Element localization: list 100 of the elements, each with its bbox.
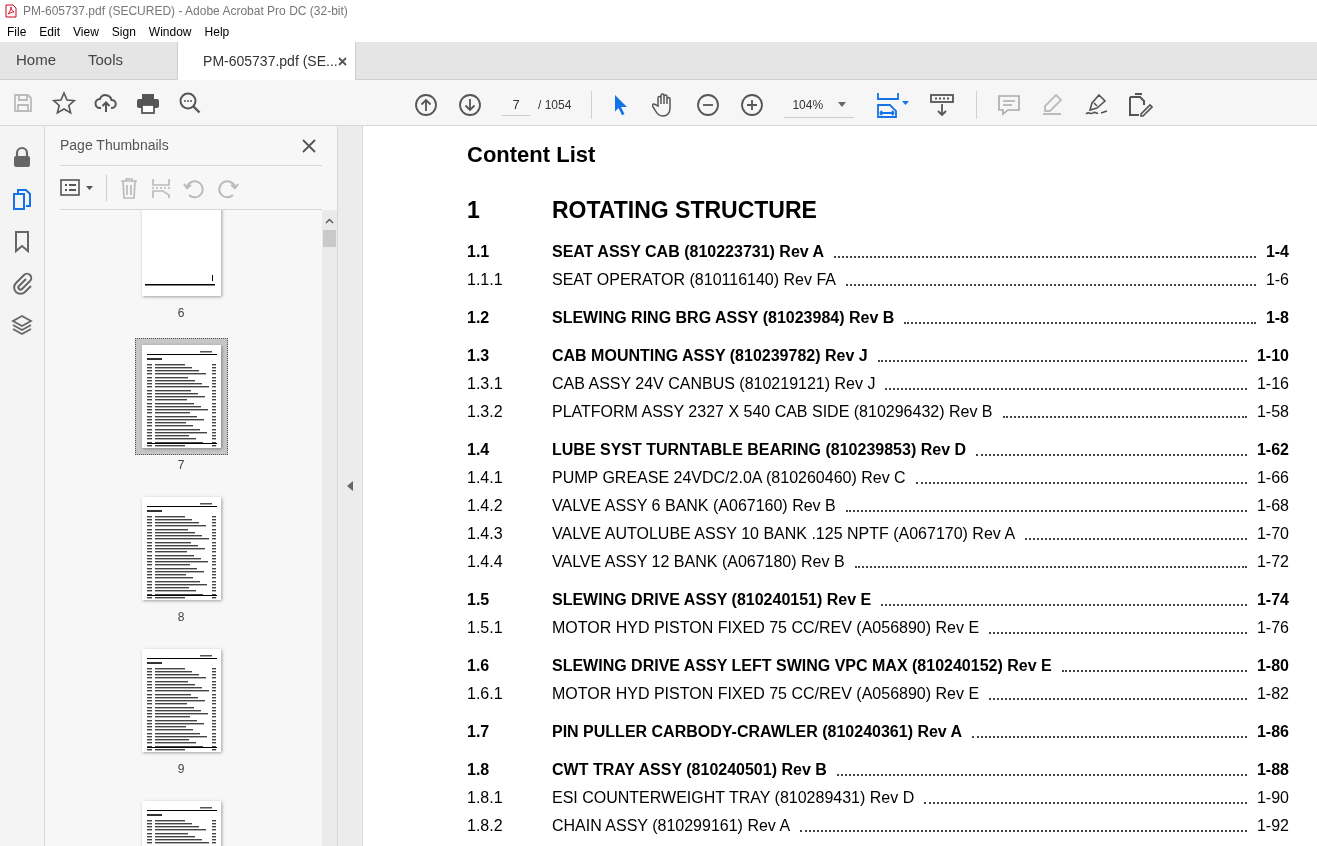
page-reference[interactable]: 1-88 [1256, 757, 1289, 782]
zoom-in-icon[interactable] [740, 93, 765, 117]
page-reference[interactable]: 1-10 [1256, 343, 1289, 368]
section-number: 1.8.1 [467, 787, 504, 808]
page-number-label: 7 [177, 457, 185, 474]
toc-entry-title[interactable]: PUMP GREASE 24VDC/2.0A (810260460) Rev C [552, 465, 906, 490]
lock-icon[interactable] [11, 146, 33, 170]
page-reference[interactable]: 1-16 [1256, 371, 1289, 396]
section-number: 1.5.1 [467, 617, 504, 638]
page-reference[interactable]: 1-70 [1256, 521, 1289, 546]
section-number: 1.3 [467, 345, 491, 366]
page-thumbnail[interactable] [134, 338, 228, 455]
section-number: 1.4.3 [467, 523, 504, 544]
page-reference[interactable]: 1-68 [1256, 493, 1289, 518]
toc-entry-title[interactable]: SLEWING DRIVE ASSY (810240151) Rev E [552, 587, 872, 612]
chapter-number: 1 [467, 196, 481, 225]
star-icon[interactable] [52, 90, 76, 115]
page-reference[interactable]: 1-92 [1256, 813, 1289, 838]
page-number-label: 9 [177, 761, 185, 778]
page-number-label: 8 [177, 609, 185, 626]
section-number: 1.6 [467, 655, 491, 676]
menu-item[interactable]: Window [142, 23, 198, 41]
menu-item[interactable]: Help [198, 23, 236, 41]
section-number: 1.2 [467, 307, 491, 328]
menu-item[interactable]: File [1, 23, 33, 41]
section-number: 1.3.1 [467, 373, 504, 394]
toc-entry-title[interactable]: SEAT OPERATOR (810116140) Rev FA [552, 267, 836, 292]
page-reference[interactable]: 1-62 [1256, 437, 1289, 462]
panel-title: Page Thumbnails [60, 136, 169, 155]
close-icon[interactable] [302, 138, 316, 153]
toc-entry-title[interactable]: CAB MOUNTING ASSY (810239782) Rev J [552, 343, 868, 368]
tab[interactable]: PM-605737.pdf (SE... [177, 42, 357, 80]
page-reference[interactable]: 1-86 [1256, 719, 1289, 744]
section-number: 1.4.1 [467, 467, 504, 488]
chapter-title: ROTATING STRUCTURE [552, 196, 817, 225]
caret-icon [838, 102, 847, 107]
toc-entry-title[interactable]: PLATFORM ASSY 2327 X 540 CAB SIDE (810296432) Rev B [552, 399, 993, 424]
toc-entry-title[interactable]: SEAT ASSY CAB (810223731) Rev A [552, 239, 825, 264]
section-number: 1.1.1 [467, 269, 504, 290]
scroll-mode-icon[interactable] [930, 93, 955, 117]
paperclip-icon[interactable] [11, 272, 33, 296]
toc-entry-title[interactable]: SLEWING DRIVE ASSY LEFT SWING VPC MAX (810240152) Rev E [552, 653, 1052, 678]
scrollbar[interactable] [322, 210, 337, 846]
page-reference[interactable]: 1-82 [1256, 681, 1289, 706]
print-icon[interactable] [136, 91, 160, 114]
page-reference[interactable]: 1-58 [1256, 399, 1289, 424]
pages-icon[interactable] [11, 188, 33, 212]
scroll-thumb[interactable] [323, 230, 336, 247]
toc-entry-title[interactable]: VALVE AUTOLUBE ASSY 10 BANK .125 NPTF (A067170) Rev A [552, 521, 1016, 546]
section-number: 1.5 [467, 589, 491, 610]
tab[interactable]: Home [0, 42, 72, 79]
previous-page-icon[interactable] [414, 93, 438, 117]
page-reference[interactable]: 1-8 [1265, 305, 1289, 330]
next-page-icon[interactable] [458, 93, 482, 117]
section-number: 1.6.1 [467, 683, 504, 704]
collapse-panel-icon[interactable] [347, 481, 353, 491]
section-number: 1.4.4 [467, 551, 504, 572]
page-count: / 1054 [538, 97, 572, 114]
menu-item[interactable]: View [67, 23, 105, 41]
toc-entry-title[interactable]: MOTOR HYD PISTON FIXED 75 CC/REV (A056890) Rev E [552, 681, 980, 706]
toc-entry-title[interactable]: LUBE SYST TURNTABLE BEARING (810239853) Rev D [552, 437, 967, 462]
page-reference[interactable]: 1-4 [1265, 239, 1289, 264]
zoom-out-icon[interactable] [696, 93, 721, 117]
menu-item[interactable]: Sign [105, 23, 142, 41]
toc-entry-title[interactable]: CWT TRAY ASSY (810240501) Rev B [552, 757, 827, 782]
toc-entry-title[interactable]: VALVE ASSY 6 BANK (A067160) Rev B [552, 493, 836, 518]
cloud-upload-icon[interactable] [94, 91, 118, 114]
page-reference[interactable]: 1-72 [1256, 549, 1289, 574]
toc-entry-title[interactable]: SLEWING RING BRG ASSY (81023984) Rev B [552, 305, 895, 330]
page-reference[interactable]: 1-76 [1256, 615, 1289, 640]
window-title: PM-605737.pdf (SECURED) - Adobe Acrobat Pro DC (32-bit) [23, 3, 348, 20]
scroll-up-icon[interactable] [325, 218, 334, 224]
toc-entry-title[interactable]: VALVE ASSY 12 BANK (A067180) Rev B [552, 549, 845, 574]
page-reference[interactable]: 1-74 [1256, 587, 1289, 612]
page-reference[interactable]: 1-6 [1265, 267, 1289, 292]
page-number-label: 6 [177, 305, 185, 322]
close-tab-icon[interactable] [338, 56, 348, 66]
page-reference[interactable]: 1-80 [1256, 653, 1289, 678]
page-reference[interactable]: 1-66 [1256, 465, 1289, 490]
section-number: 1.3.2 [467, 401, 504, 422]
section-number: 1.8.2 [467, 815, 504, 836]
section-number: 1.8 [467, 759, 491, 780]
toc-entry-title[interactable]: PIN PULLER CARBODY-CRAWLER (810240361) Rev A [552, 719, 963, 744]
thumbnail-options-icon[interactable] [60, 178, 94, 197]
zoom-dropdown[interactable]: 104% [784, 92, 855, 118]
fit-page-icon[interactable] [876, 92, 911, 118]
section-number: 1.1 [467, 241, 491, 262]
section-number: 1.4.2 [467, 495, 504, 516]
edit-pdf-icon[interactable] [1127, 92, 1154, 118]
menu-item[interactable]: Edit [33, 23, 67, 41]
page-reference[interactable]: 1-90 [1256, 785, 1289, 810]
acrobat-icon [5, 4, 17, 18]
tab[interactable]: Tools [72, 42, 140, 79]
search-icon[interactable] [178, 90, 202, 115]
toc-entry-title[interactable]: CAB ASSY 24V CANBUS (810219121) Rev J [552, 371, 876, 396]
layers-icon[interactable] [11, 314, 33, 338]
toc-entry-title[interactable]: CHAIN ASSY (810299161) Rev A [552, 813, 791, 838]
toc-entry-title[interactable]: MOTOR HYD PISTON FIXED 75 CC/REV (A056890) Rev E [552, 615, 980, 640]
toc-entry-title[interactable]: ESI COUNTERWEIGHT TRAY (810289431) Rev D [552, 785, 915, 810]
page-number-field[interactable]: 7 [502, 94, 530, 116]
